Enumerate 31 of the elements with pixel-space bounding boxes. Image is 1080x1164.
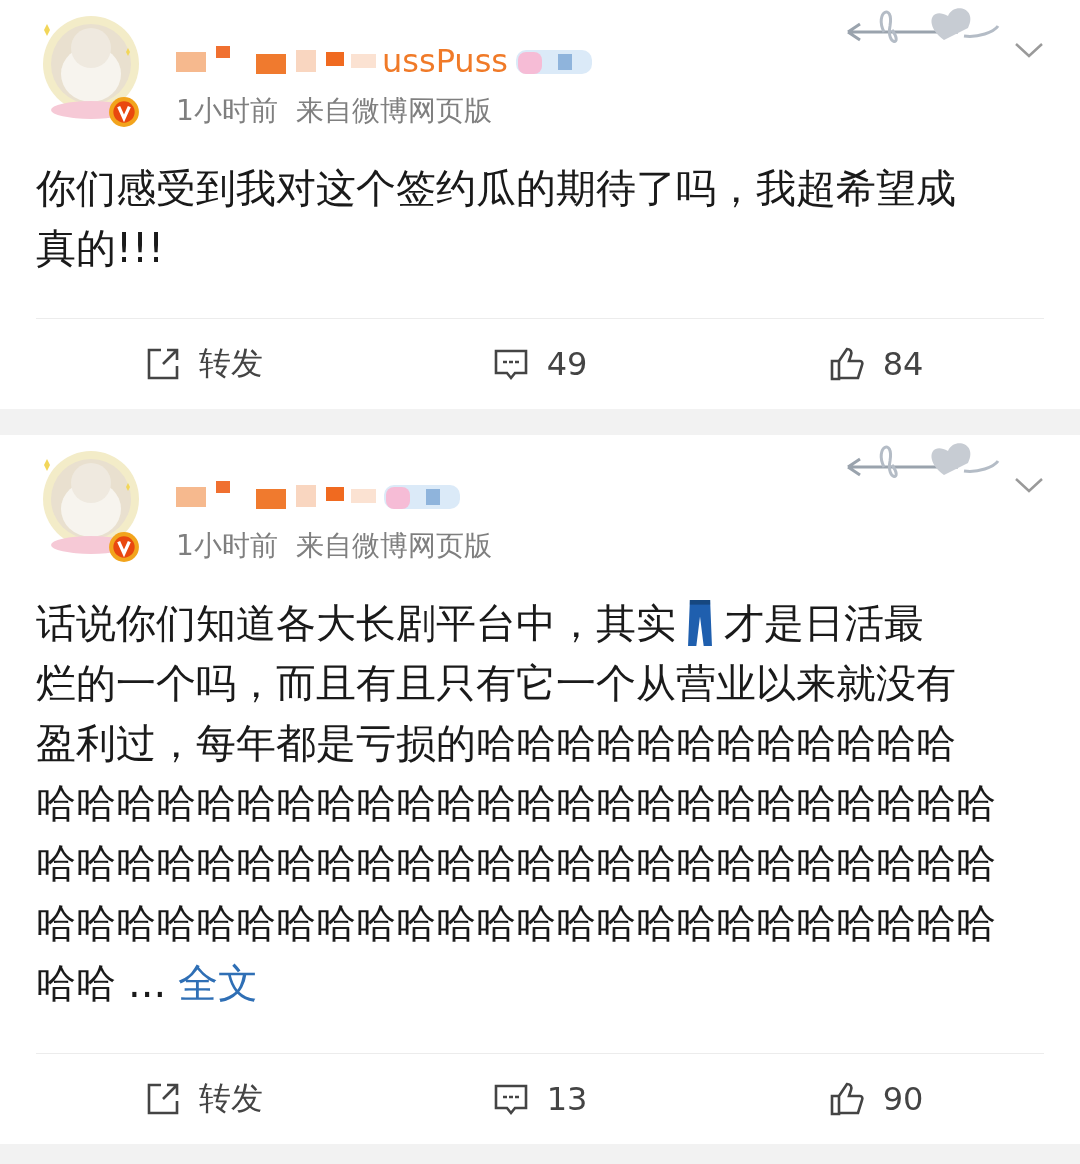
like-count[interactable]: 84 bbox=[882, 345, 924, 383]
full-text-link[interactable]: 全文 bbox=[178, 953, 259, 1013]
repost-label[interactable]: 转发 bbox=[199, 342, 263, 386]
comment-count[interactable]: 13 bbox=[546, 1080, 588, 1118]
dropdown-icon[interactable] bbox=[1014, 475, 1044, 495]
post-text: 话说你们知道各大长剧平台中，其实 bbox=[36, 599, 676, 648]
post-source: 来自微博网页版 bbox=[295, 528, 492, 564]
post-text: 才是日活最 bbox=[724, 599, 924, 648]
post-time: 1小时前 bbox=[176, 93, 278, 129]
verified-badge-icon bbox=[108, 96, 140, 128]
thumbs-up-icon[interactable] bbox=[828, 346, 865, 382]
post-text: 烂的一个吗，而且有且只有它一个从营业以来就没有 bbox=[36, 659, 956, 708]
share-icon[interactable] bbox=[145, 1081, 181, 1117]
post-text: 哈哈 bbox=[36, 959, 116, 1008]
post-text: 哈哈哈哈哈哈哈哈哈哈哈哈哈哈哈哈哈哈哈哈哈哈哈哈 bbox=[36, 839, 996, 888]
share-icon[interactable] bbox=[145, 346, 181, 382]
dropdown-icon[interactable] bbox=[1014, 40, 1044, 60]
repost-label[interactable]: 转发 bbox=[199, 1077, 263, 1121]
comment-count[interactable]: 49 bbox=[546, 345, 588, 383]
like-count[interactable]: 90 bbox=[882, 1080, 924, 1118]
post-text: 真的!!! bbox=[36, 224, 165, 273]
thumbs-up-icon[interactable] bbox=[828, 1081, 865, 1117]
post-source: 来自微博网页版 bbox=[295, 93, 492, 129]
ellipsis: ... bbox=[128, 959, 167, 1008]
post-text: 你们感受到我对这个签约瓜的期待了吗，我超希望成 bbox=[36, 164, 956, 213]
jeans-icon bbox=[686, 600, 714, 646]
post-text: 盈利过，每年都是亏损的哈哈哈哈哈哈哈哈哈哈哈哈 bbox=[36, 719, 956, 768]
post-text: 哈哈哈哈哈哈哈哈哈哈哈哈哈哈哈哈哈哈哈哈哈哈哈哈 bbox=[36, 779, 996, 828]
post-time: 1小时前 bbox=[176, 528, 278, 564]
post-text: 哈哈哈哈哈哈哈哈哈哈哈哈哈哈哈哈哈哈哈哈哈哈哈哈 bbox=[36, 899, 996, 948]
verified-badge-icon bbox=[108, 531, 140, 563]
